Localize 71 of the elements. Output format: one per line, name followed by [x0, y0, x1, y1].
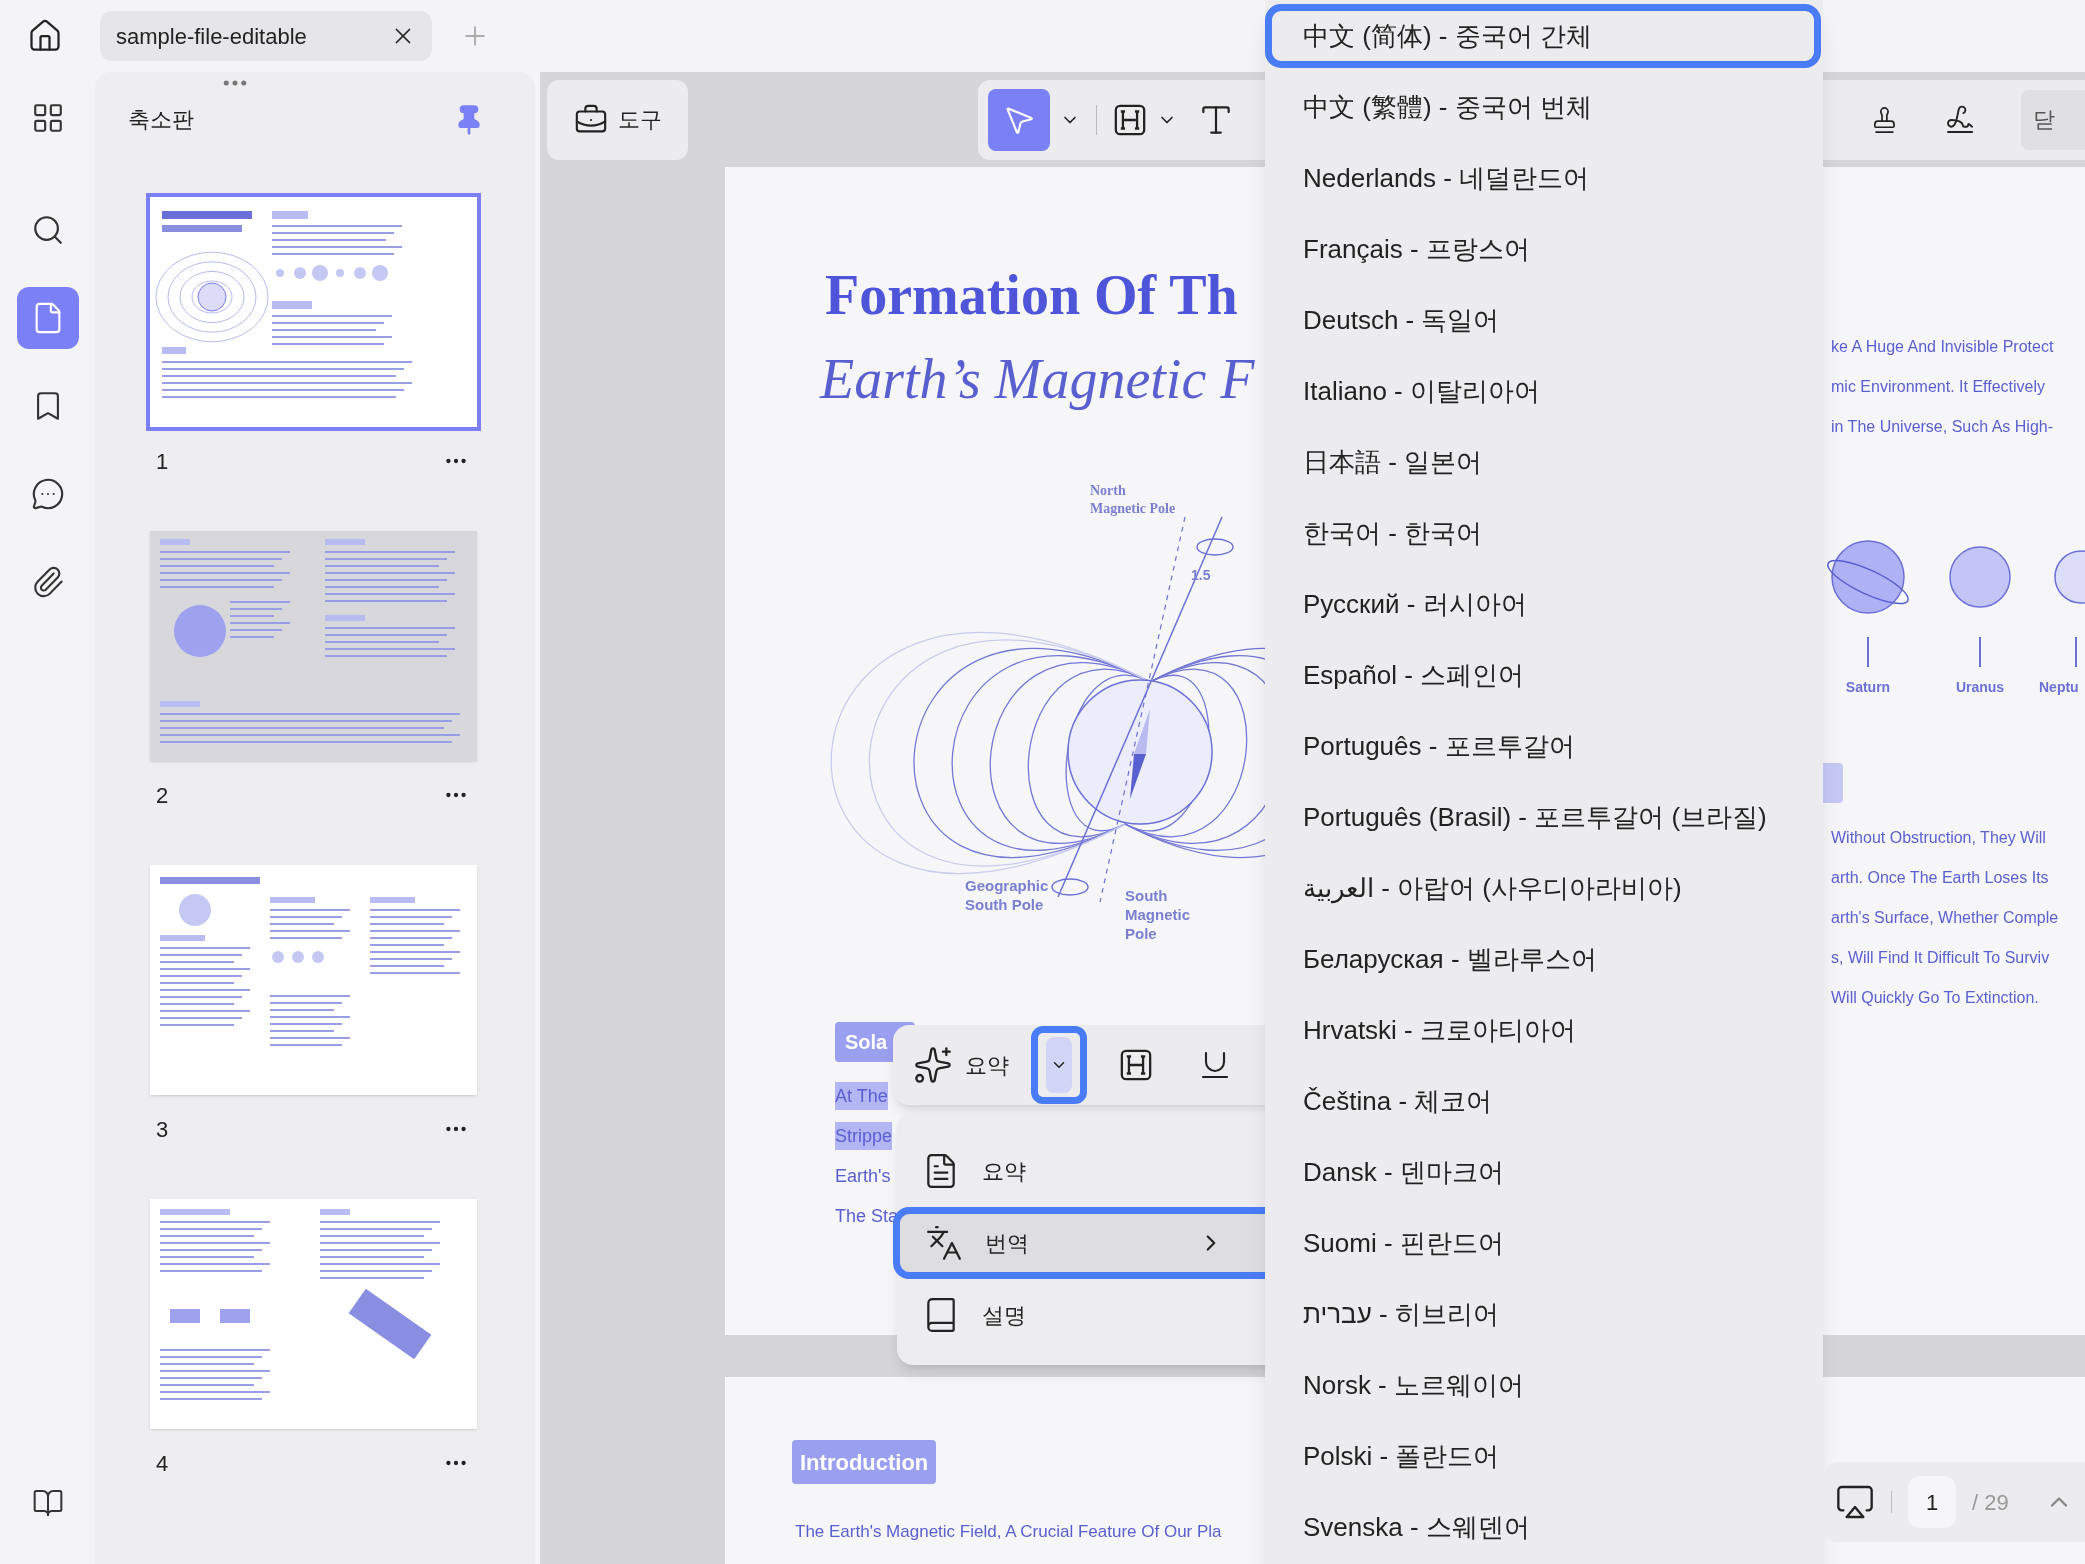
language-option[interactable]: Беларуская - 벨라루스어	[1265, 924, 1823, 995]
body-text: arth. Once The Earth Loses Its	[1831, 868, 2050, 888]
diagram-label: South Pole	[965, 895, 1045, 915]
body-text: mic Environment. It Effectively	[1831, 377, 2046, 397]
ai-icon	[913, 1045, 953, 1085]
page-total: / 29	[1972, 1488, 2009, 1517]
dropdown-button[interactable]	[1031, 1026, 1087, 1104]
body-text: Without Obstruction, They Will	[1831, 828, 2047, 848]
home-icon	[27, 18, 63, 54]
close-button[interactable]: 닫	[2021, 89, 2085, 150]
select-tool-button[interactable]	[988, 88, 1050, 151]
file-button[interactable]	[16, 287, 79, 349]
planet-label: Saturn	[1845, 678, 1891, 697]
language-option[interactable]: 日本語 - 일본어	[1265, 427, 1823, 498]
language-option[interactable]: Português (Brasil) - 포르투갈어 (브라질)	[1265, 782, 1823, 853]
diagram-label: Geographic	[965, 877, 1049, 896]
page-number: 4	[156, 1449, 170, 1478]
summary-label[interactable]: 요약	[965, 1048, 1009, 1082]
language-option[interactable]: Nederlands - 네덜란드어	[1265, 143, 1823, 214]
body-text: Earth's	[835, 1165, 891, 1188]
page-number: 1	[156, 447, 170, 476]
page-title: Formation Of Th	[825, 267, 1239, 323]
body-text: arth's Surface, Whether Comple	[1831, 908, 2060, 928]
language-option[interactable]: Dansk - 덴마크어	[1265, 1137, 1823, 1208]
language-option[interactable]: Hrvatski - 크로아티아어	[1265, 995, 1823, 1066]
page-field[interactable]: 1	[1908, 1476, 1956, 1528]
planet-label: Uranus	[1955, 678, 2005, 697]
comment-icon	[30, 477, 65, 511]
language-option[interactable]: Español - 스페인어	[1265, 640, 1823, 711]
section-tag: Introduction	[792, 1440, 937, 1484]
language-option[interactable]: 한국어 - 한국어	[1265, 498, 1823, 569]
diagram-label: Magnetic	[1125, 905, 1190, 925]
body-text: Strippe	[835, 1122, 893, 1150]
language-option[interactable]: Deutsch - 독일어	[1265, 285, 1823, 356]
page-number: 2	[156, 781, 170, 810]
diagram-label: Magnetic Pole	[1090, 499, 1176, 517]
language-option[interactable]: Čeština - 체코어	[1265, 1066, 1823, 1137]
body-text: s, Will Find It Difficult To Surviv	[1831, 948, 2051, 968]
diagram-label: North	[1090, 482, 1127, 500]
language-option[interactable]: Svenska - 스웨덴어	[1265, 1492, 1823, 1563]
language-option[interactable]: Français - 프랑스어	[1265, 214, 1823, 285]
diagram-label: Pole	[1125, 924, 1158, 944]
language-option[interactable]: Português - 포르투갈어	[1265, 711, 1823, 782]
heading-icon	[1119, 1048, 1153, 1082]
panel-title: 축소판	[128, 106, 195, 134]
book-icon	[31, 1487, 64, 1519]
tag-edge	[1823, 763, 1843, 803]
tab-title: sample-file-editable	[116, 22, 308, 51]
language-option[interactable]: 中文 (简体) - 중국어 간체	[1265, 4, 1821, 68]
language-option[interactable]: Italiano - 이탈리아어	[1265, 356, 1823, 427]
language-option[interactable]: עברית - 히브리어	[1265, 1279, 1823, 1350]
planet-label: Neptu	[2039, 678, 2079, 697]
translate-icon	[925, 1224, 963, 1262]
body-text: in The Universe, Such As High-	[1831, 417, 2055, 437]
body-text: Will Quickly Go To Extinction.	[1831, 988, 2040, 1008]
language-option[interactable]: Norsk - 노르웨이어	[1265, 1350, 1823, 1421]
body-text: ke A Huge And Invisible Protect	[1831, 337, 2055, 357]
page-thumbnail[interactable]	[150, 865, 477, 1095]
language-option[interactable]: Русский - 러시아어	[1265, 569, 1823, 640]
page-thumbnail[interactable]	[150, 1199, 477, 1429]
body-text: At The	[835, 1082, 888, 1110]
tools-button[interactable]: 도구	[547, 79, 688, 160]
heading-icon	[1113, 102, 1147, 137]
diagram-label: South	[1125, 887, 1169, 906]
document-tab[interactable]: sample-file-editable	[100, 11, 432, 61]
body-text: The Earth's Magnetic Field, A Crucial Feature Of Our Pla	[795, 1521, 1222, 1543]
language-option[interactable]: 中文 (繁體) - 중국어 번체	[1265, 72, 1823, 143]
language-option[interactable]: العربية - 아랍어 (사우디아라비아)	[1265, 853, 1823, 924]
page-number: 3	[156, 1115, 170, 1144]
language-option[interactable]: Polski - 폴란드어	[1265, 1421, 1823, 1492]
page-thumbnail[interactable]	[150, 531, 477, 761]
